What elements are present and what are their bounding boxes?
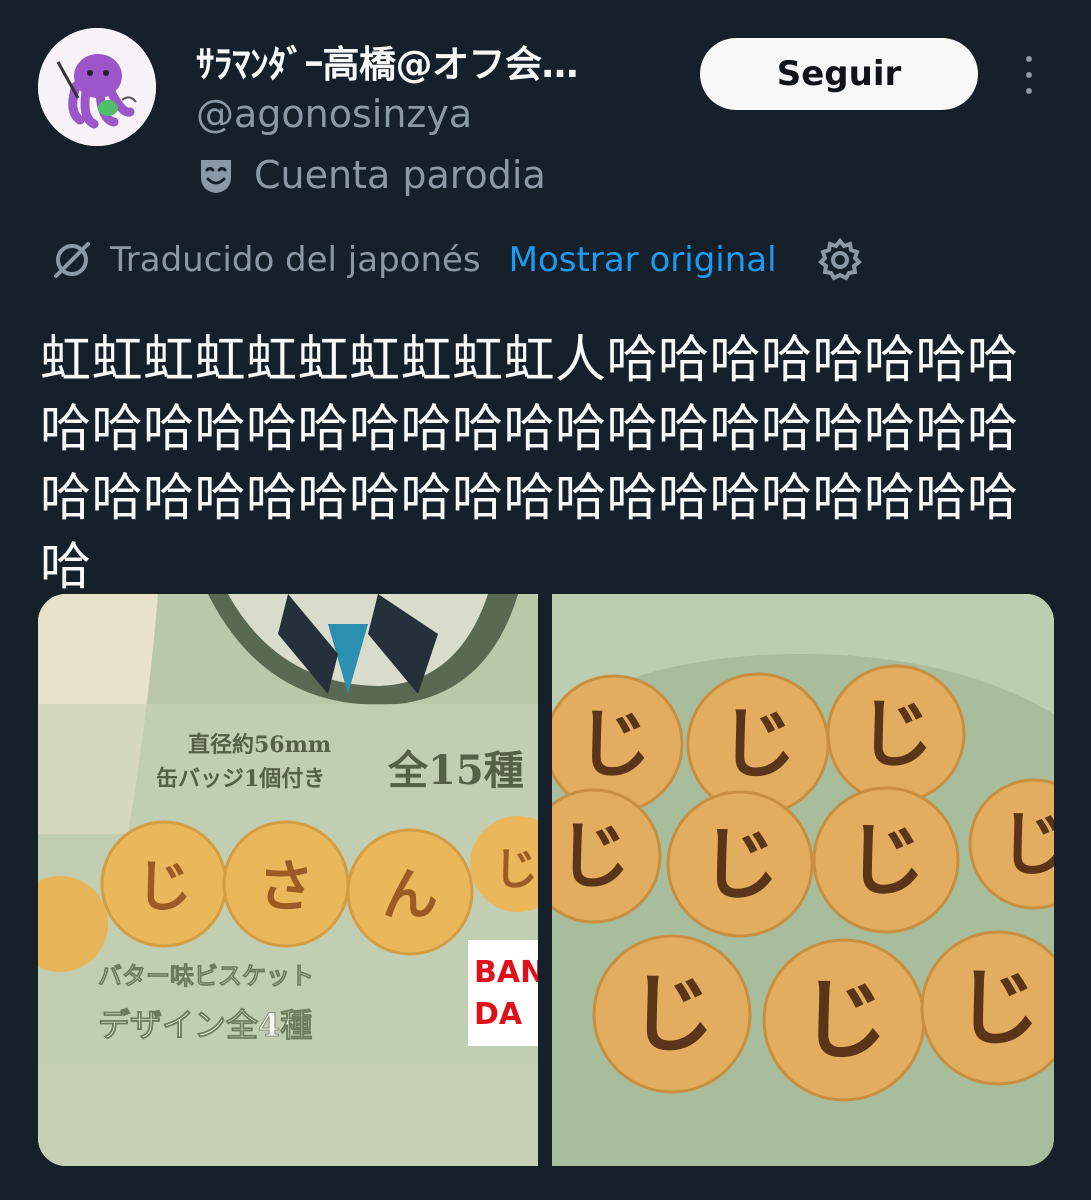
cookie-letter: じ	[494, 844, 538, 895]
parody-label: Cuenta parodia	[254, 153, 546, 197]
media-image-right[interactable]: じじじじじじじじじじ	[552, 594, 1054, 1166]
design-count-text: デザイン全4種	[98, 1006, 312, 1044]
user-handle[interactable]: @agonosinzya	[196, 92, 472, 136]
cookie-letter: じ	[720, 701, 797, 790]
tweet-text: 虹虹虹虹虹虹虹虹虹虹人哈哈哈哈哈哈哈哈哈哈哈哈哈哈哈哈哈哈哈哈哈哈哈哈哈哈哈哈哈…	[40, 331, 1019, 597]
package-badge-text: 缶バッジ1個付き	[156, 766, 325, 792]
cookie-letter: じ	[629, 965, 715, 1065]
cookie-letter: じ	[847, 814, 926, 906]
cookie-letter: さ	[258, 855, 314, 920]
brand-logo-line2: DA	[474, 997, 523, 1032]
media-image-left[interactable]: 直径約56mm 缶バッジ1個付き 全15種 じ さ ん じ バター味ビスケット …	[38, 594, 538, 1166]
parody-badge: Cuenta parodia	[196, 150, 546, 200]
show-original-link[interactable]: Mostrar original	[509, 240, 777, 280]
follow-button[interactable]: Seguir	[700, 38, 978, 110]
avatar[interactable]	[38, 28, 156, 146]
purple-octopus-avatar	[38, 28, 156, 146]
translation-bar: Traducido del japonés Mostrar original	[50, 232, 863, 288]
cookie-letter: じ	[576, 700, 651, 788]
package-diameter-text: 直径約56mm	[188, 732, 331, 758]
cookie-letter: じ	[701, 818, 780, 910]
cookie-letter: じ	[956, 959, 1040, 1057]
theater-mask-icon	[196, 155, 236, 195]
cookie-letter: じ	[136, 855, 192, 920]
package-count-text: 全15種	[387, 747, 524, 794]
translate-slash-icon	[50, 238, 94, 282]
cookie-letter: じ	[800, 968, 888, 1071]
flavor-text: バター味ビスケット	[98, 961, 314, 990]
brand-logo-line1: BAN	[474, 955, 538, 990]
translated-from-label: Traducido del japonés	[110, 240, 481, 280]
gear-icon[interactable]	[817, 237, 863, 283]
more-vertical-icon[interactable]	[1012, 52, 1046, 98]
cookie-letter: じ	[858, 690, 933, 778]
cookie-letter: ん	[382, 863, 438, 928]
cookie-letter: じ	[999, 803, 1054, 885]
cookie-letter: じ	[558, 814, 631, 899]
display-name[interactable]: ｻﾗﾏﾝﾀﾞｰ高橋@オフ会…	[196, 34, 676, 88]
